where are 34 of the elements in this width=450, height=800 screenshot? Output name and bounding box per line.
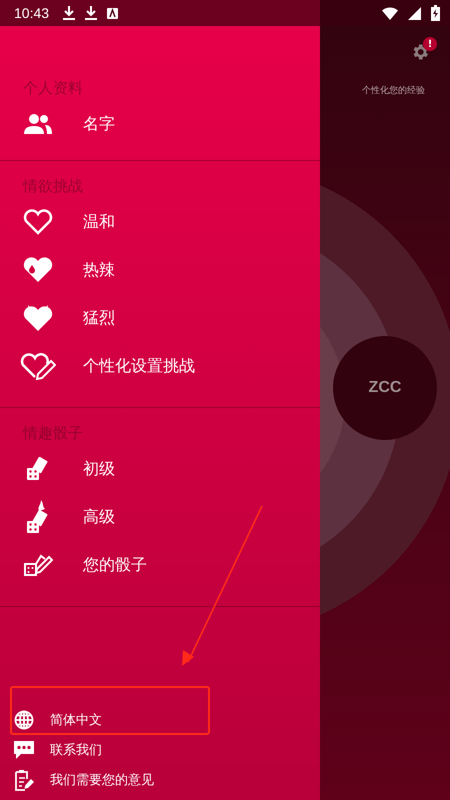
dice-icon bbox=[26, 457, 50, 481]
menu-item[interactable]: 名字 bbox=[0, 100, 320, 148]
footer-item[interactable]: 简体中文 bbox=[0, 705, 320, 735]
app-notification-icon bbox=[107, 8, 118, 18]
wifi-icon bbox=[382, 6, 398, 20]
footer-item[interactable]: 我们需要您的意见 bbox=[0, 765, 320, 795]
menu-item[interactable]: 初级 bbox=[0, 445, 320, 493]
menu-item[interactable]: 猛烈 bbox=[0, 294, 320, 342]
clipboard-pencil-icon bbox=[13, 769, 35, 791]
menu-item[interactable]: 您的骰子 bbox=[0, 541, 320, 589]
download-icon bbox=[85, 6, 98, 20]
signal-icon bbox=[408, 6, 421, 20]
battery-icon bbox=[431, 5, 440, 21]
menu-item[interactable]: 高级 bbox=[0, 493, 320, 541]
people-icon bbox=[24, 113, 52, 135]
footer-item[interactable]: 联系我们 bbox=[0, 735, 320, 765]
circle-label: ZCC bbox=[368, 379, 402, 397]
globe-icon bbox=[14, 710, 34, 730]
heart-pencil-icon bbox=[20, 352, 56, 380]
dice-flame-icon bbox=[26, 500, 50, 534]
heart-drop-icon bbox=[22, 257, 52, 283]
section-title: 个人资料 bbox=[23, 78, 83, 99]
chat-bubble-icon bbox=[13, 740, 35, 760]
menu-item[interactable]: 热辣 bbox=[0, 246, 320, 294]
clock-text: 10:43 bbox=[14, 5, 50, 21]
download-icon bbox=[63, 6, 76, 20]
menu-item[interactable]: 个性化设置挑战 bbox=[0, 342, 320, 390]
caption-text: 个性化您的经验 bbox=[362, 84, 425, 97]
section-title: 情欲挑战 bbox=[23, 176, 83, 197]
menu-item[interactable]: 温和 bbox=[0, 198, 320, 246]
dice-pencil-icon bbox=[22, 553, 52, 577]
section-title: 情趣骰子 bbox=[23, 423, 83, 444]
devil-heart-icon bbox=[22, 304, 52, 332]
heart-outline-icon bbox=[22, 209, 52, 235]
